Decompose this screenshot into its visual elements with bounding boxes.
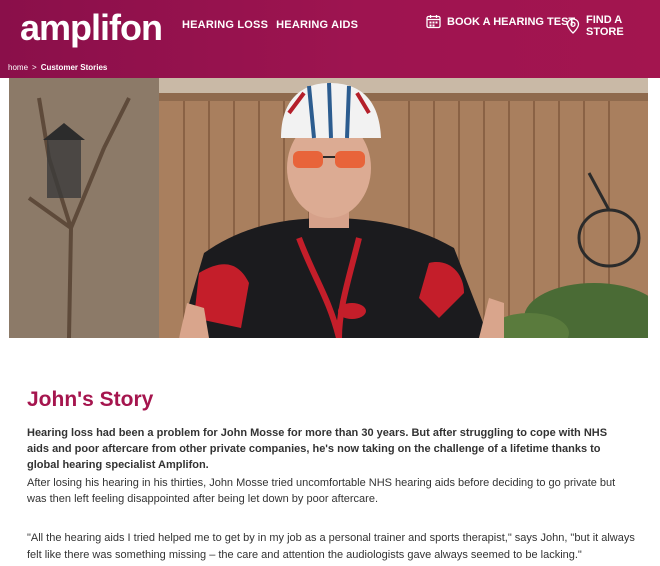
breadcrumb-home[interactable]: home [8, 63, 28, 72]
article-quote: "All the hearing aids I tried helped me … [27, 532, 635, 561]
book-test-link[interactable]: BOOK A HEARING TEST [426, 14, 575, 29]
calendar-icon [426, 14, 441, 29]
amplifon-logo[interactable]: amplifon [20, 8, 163, 48]
article-lead: Hearing loss had been a problem for John… [27, 427, 608, 471]
nav-hearing-loss[interactable]: HEARING LOSS [182, 18, 268, 32]
article-title: John's Story [27, 388, 154, 411]
find-store-link[interactable]: FIND A STORE [566, 14, 660, 38]
breadcrumb: home > Customer Stories [8, 63, 107, 72]
hero-photo [9, 78, 648, 338]
nav-hearing-aids[interactable]: HEARING AIDS [276, 18, 358, 32]
article-paragraph: After losing his hearing in his thirties… [27, 477, 616, 505]
breadcrumb-current: Customer Stories [40, 63, 108, 72]
location-pin-icon [566, 18, 580, 34]
main-nav: HEARING LOSS HEARING AIDS [182, 18, 358, 32]
book-test-label: BOOK A HEARING TEST [447, 15, 576, 28]
breadcrumb-separator: > [32, 63, 37, 72]
find-store-label: FIND A STORE [586, 14, 624, 38]
site-header: amplifon HEARING LOSS HEARING AIDS BOOK … [0, 0, 660, 78]
